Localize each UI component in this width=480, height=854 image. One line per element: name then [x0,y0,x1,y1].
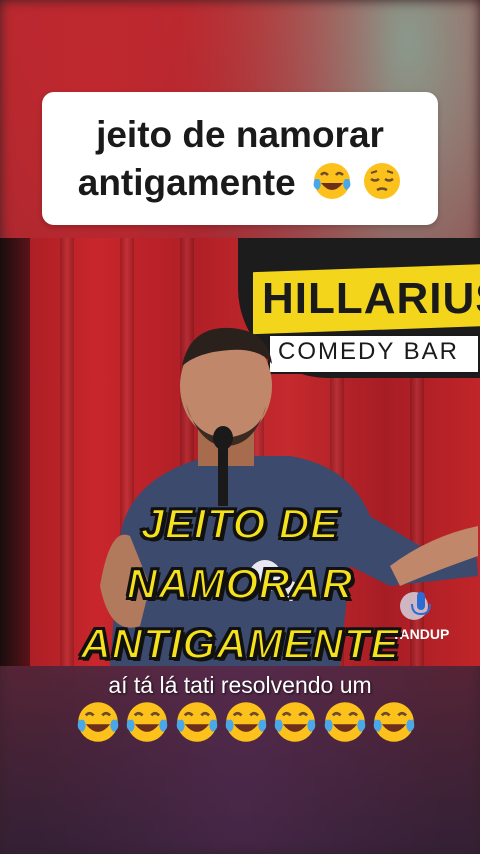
overlay-line-2: NAMORAR [126,559,354,608]
laughing-tears-emoji-icon [176,702,217,742]
laughing-emoji-icon [313,162,351,199]
caption-line-2: antigamente [78,159,403,207]
laughing-tears-emoji-icon [77,702,119,742]
overlay-line-1: JEITO DE [140,499,340,548]
overlay-line-3: ANTIGAMENTE [80,619,400,666]
video-frame[interactable]: HILLARIUS COMEDY BAR TANDUP JEITO DE NAM… [0,238,480,666]
laughing-tears-emoji-icon [275,702,316,742]
pensive-emoji-icon [364,162,401,199]
laughing-tears-emoji-icon [127,702,168,742]
laughing-tears-emoji-icon [373,702,415,742]
laughing-tears-emoji-icon [225,702,267,742]
caption-line-2-text: antigamente [77,161,296,203]
laughing-tears-emoji-icon [324,702,365,742]
emoji-row [76,700,416,744]
subtitle-line-1: aí tá lá tati resolvendo um [108,672,372,698]
caption-line-1: jeito de namorar [96,113,384,155]
caption-card: jeito de namorar antigamente [42,92,438,225]
